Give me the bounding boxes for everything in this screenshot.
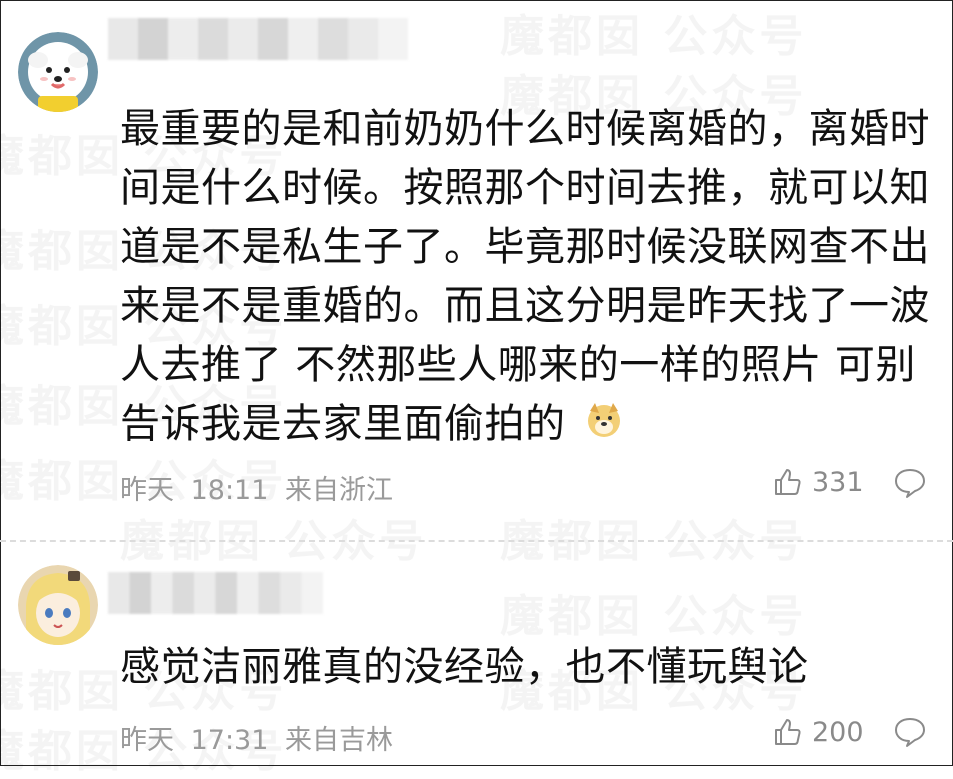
comment-text-line: 人去推了 不然那些人哪来的一样的照片 可别 xyxy=(120,342,916,388)
thumbs-up-icon xyxy=(775,719,801,745)
comment-location: 来自吉林 xyxy=(285,725,393,756)
comment-text-line: 间是什么时候。按照那个时间去推，就可以知 xyxy=(120,165,930,211)
dog-avatar-icon xyxy=(18,32,98,112)
comment-text: 感觉洁丽雅真的没经验，也不懂玩舆论 xyxy=(120,638,940,697)
dog-avatar[interactable] xyxy=(18,32,98,112)
reply-button[interactable] xyxy=(893,716,927,752)
comment-text-line: 告诉我是去家里面偷拍的 xyxy=(120,401,566,447)
comment-bubble-icon xyxy=(895,718,925,747)
comment-text-line: 最重要的是和前奶奶什么时候离婚的，离婚时 xyxy=(120,106,930,152)
thumbs-up-icon xyxy=(775,469,801,495)
anime-girl-avatar[interactable] xyxy=(18,565,98,645)
comment-text-line: 道是不是私生子了。毕竟那时候没联网查不出 xyxy=(120,224,930,270)
doge-emoji-icon xyxy=(585,397,623,456)
anime-girl-avatar-icon xyxy=(18,565,98,645)
username-blurred[interactable] xyxy=(108,572,323,614)
comment-location: 来自浙江 xyxy=(285,475,393,506)
comment-meta: 昨天 17:31 来自吉林 xyxy=(120,718,401,757)
comment-bubble-icon xyxy=(895,469,925,498)
comment-date: 昨天 xyxy=(120,725,174,756)
like-button[interactable]: 331 xyxy=(772,466,864,498)
comment-text-line: 感觉洁丽雅真的没经验，也不懂玩舆论 xyxy=(120,644,809,690)
like-button[interactable]: 200 xyxy=(772,716,864,748)
comment-meta: 昨天 18:11 来自浙江 xyxy=(120,468,401,507)
comment-text-line: 来是不是重婚的。而且这分明是昨天找了一波 xyxy=(120,283,930,329)
comment-time: 17:31 xyxy=(190,725,269,756)
like-count: 331 xyxy=(812,466,864,498)
reply-button[interactable] xyxy=(893,467,927,503)
comment-text: 最重要的是和前奶奶什么时候离婚的，离婚时 间是什么时候。按照那个时间去推，就可以… xyxy=(120,100,940,456)
username-blurred[interactable] xyxy=(108,18,408,60)
comment-text-line-with-emoji: 告诉我是去家里面偷拍的 xyxy=(120,395,940,456)
comment-divider xyxy=(0,540,953,542)
comment-date: 昨天 xyxy=(120,475,174,506)
comment-time: 18:11 xyxy=(190,475,269,506)
like-count: 200 xyxy=(812,716,864,748)
